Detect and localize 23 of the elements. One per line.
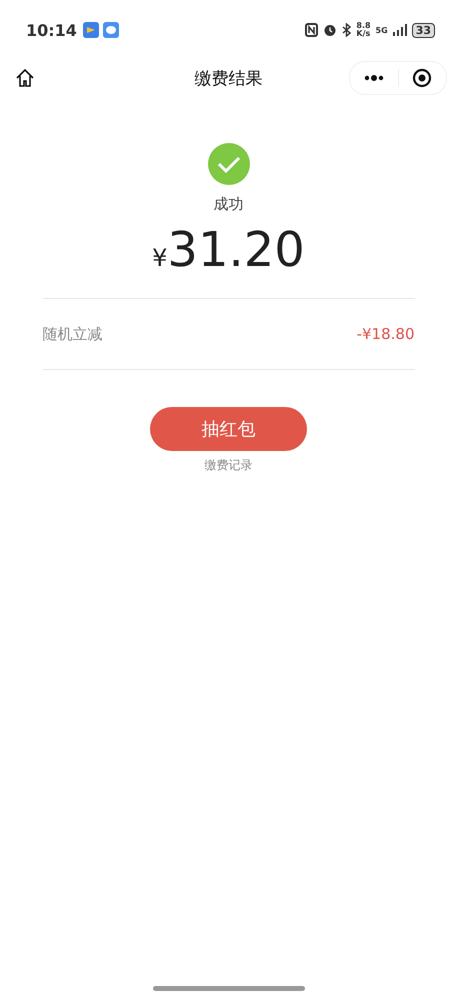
discount-label: 随机立减 (42, 324, 102, 344)
result-status: 成功 (214, 195, 244, 214)
draw-packet-button[interactable]: 抽红包 (150, 407, 307, 451)
net-speed-unit: K/s (356, 30, 371, 38)
discount-value: -¥18.80 (356, 325, 414, 343)
alarm-icon (323, 23, 338, 37)
nfc-icon (305, 23, 318, 37)
message-icon (102, 22, 119, 38)
home-icon[interactable] (14, 67, 36, 89)
more-icon[interactable] (364, 75, 384, 81)
status-time: 10:14 (26, 20, 77, 40)
currency-symbol: ¥ (152, 244, 168, 272)
network-type: 5G (376, 26, 388, 34)
net-speed: 8.8 (356, 22, 371, 30)
payment-record-link[interactable]: 缴费记录 (204, 457, 252, 474)
signal-icon (392, 24, 407, 36)
app-icon (82, 22, 99, 38)
page-title: 缴费结果 (194, 68, 262, 90)
payment-amount: 31.20 (167, 222, 305, 278)
battery-level: 33 (412, 22, 435, 38)
success-check-icon (208, 143, 250, 185)
bluetooth-icon (342, 23, 352, 37)
close-icon[interactable] (412, 68, 432, 88)
